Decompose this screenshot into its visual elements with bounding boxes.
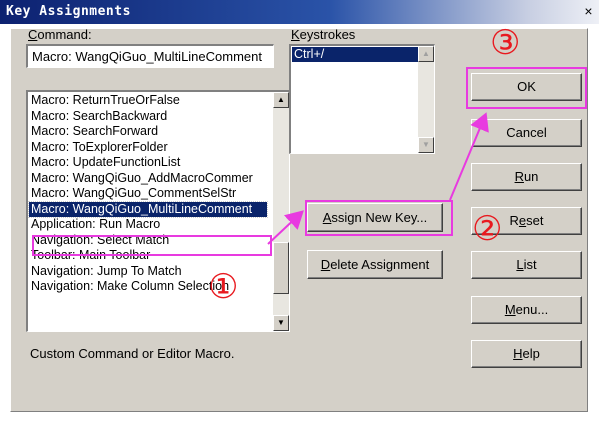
arrow-to-ok: [449, 112, 489, 201]
annotation-arrows: [267, 112, 489, 245]
step-1-marker: ①: [208, 267, 239, 307]
arrow-to-assign: [267, 210, 304, 245]
key-assignments-window: Key Assignments × Command: Macro: WangQi…: [0, 0, 599, 423]
step-3-marker: ③: [490, 23, 521, 63]
step-2-marker: ②: [472, 209, 503, 249]
